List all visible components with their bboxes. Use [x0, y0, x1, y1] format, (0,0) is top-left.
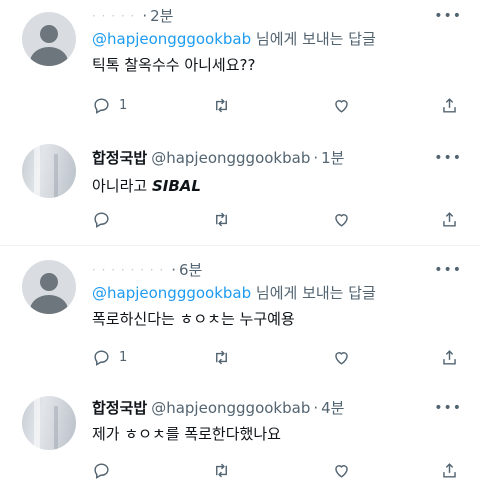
retweet-icon — [216, 463, 227, 478]
avatar-photo[interactable] — [22, 396, 76, 450]
timestamp[interactable]: 4분 — [321, 398, 344, 418]
retweet-button[interactable] — [212, 348, 231, 367]
retweet-button[interactable] — [212, 210, 231, 229]
avatar-photo[interactable] — [22, 144, 76, 198]
reply-icon — [94, 350, 109, 366]
reply-button[interactable]: 1 — [92, 96, 127, 115]
display-name[interactable]: 합정국밥 — [92, 398, 147, 418]
like-button[interactable] — [332, 348, 351, 367]
timestamp[interactable]: 2분 — [150, 6, 173, 26]
replying-to-suffix: 님에게 보내는 답글 — [251, 284, 376, 302]
display-name[interactable]: 합정국밥 — [92, 148, 147, 168]
reply-icon — [94, 98, 109, 114]
tweet-2[interactable]: 합정국밥 @hapjeongggookbab · 1분 ••• 아니라고 SIB… — [0, 132, 480, 244]
like-button[interactable] — [332, 461, 351, 480]
reply-count: 1 — [119, 98, 128, 113]
like-icon — [335, 100, 348, 113]
share-button[interactable] — [440, 210, 459, 229]
separator-dot: · — [313, 399, 319, 417]
retweet-button[interactable] — [212, 96, 231, 115]
tweet-text: 아니라고 SIBAL — [92, 176, 466, 196]
share-icon — [443, 212, 456, 227]
reply-icon — [94, 463, 109, 479]
separator-dot: · — [171, 261, 176, 279]
tweet-1[interactable]: · · · · · · 2분 ••• @hapjeongggookbab 님에게… — [0, 0, 480, 132]
retweet-button[interactable] — [212, 461, 231, 480]
retweet-icon — [216, 212, 227, 227]
share-icon — [443, 98, 456, 113]
more-icon[interactable]: ••• — [434, 8, 462, 24]
like-icon — [335, 465, 348, 478]
more-icon[interactable]: ••• — [434, 150, 462, 166]
like-button[interactable] — [332, 96, 351, 115]
timestamp[interactable]: 1분 — [321, 148, 344, 168]
tweet-text: 틱톡 찰옥수수 아니세요?? — [92, 56, 256, 74]
replying-to: @hapjeongggookbab 님에게 보내는 답글 — [92, 29, 466, 49]
retweet-icon — [216, 350, 227, 365]
tweet-text-emphasis: SIBAL — [151, 177, 201, 195]
like-button[interactable] — [332, 210, 351, 229]
display-name[interactable]: · · · · · · · · — [92, 260, 164, 280]
separator-dot: · — [313, 149, 319, 167]
share-button[interactable] — [440, 461, 459, 480]
timestamp[interactable]: 6분 — [179, 260, 202, 280]
tweet-4[interactable]: 합정국밥 @hapjeongggookbab · 4분 ••• 제가 ㅎㅇㅊ를 … — [0, 378, 480, 493]
display-name[interactable]: · · · · · — [92, 6, 135, 26]
share-button[interactable] — [440, 96, 459, 115]
like-icon — [335, 352, 348, 365]
avatar-default[interactable] — [22, 260, 76, 314]
separator-dot: · — [142, 7, 148, 25]
replying-to: @hapjeongggookbab 님에게 보내는 답글 — [92, 283, 466, 303]
replying-to-suffix: 님에게 보내는 답글 — [251, 30, 376, 48]
tweet-text: 제가 ㅎㅇㅊ를 폭로한다했나요 — [92, 425, 281, 443]
avatar-default[interactable] — [22, 12, 76, 66]
tweet-3[interactable]: · · · · · · · · · 6분 ••• @hapjeongggookb… — [0, 246, 480, 378]
share-icon — [443, 350, 456, 365]
tweet-text-prefix: 아니라고 — [92, 177, 152, 195]
more-icon[interactable]: ••• — [434, 262, 462, 278]
reply-count: 1 — [119, 350, 128, 365]
handle[interactable]: @hapjeongggookbab — [151, 148, 310, 168]
like-icon — [335, 214, 348, 227]
mention-link[interactable]: @hapjeongggookbab — [92, 30, 251, 48]
reply-button[interactable] — [92, 461, 111, 480]
reply-icon — [94, 212, 109, 228]
handle[interactable]: @hapjeongggookbab — [151, 398, 310, 418]
share-icon — [443, 463, 456, 478]
share-button[interactable] — [440, 348, 459, 367]
more-icon[interactable]: ••• — [434, 400, 462, 416]
mention-link[interactable]: @hapjeongggookbab — [92, 284, 251, 302]
reply-button[interactable] — [92, 210, 111, 229]
retweet-icon — [216, 98, 227, 113]
reply-button[interactable]: 1 — [92, 348, 127, 367]
tweet-text: 폭로하신다는 ㅎㅇㅊ는 누구예용 — [92, 310, 295, 328]
